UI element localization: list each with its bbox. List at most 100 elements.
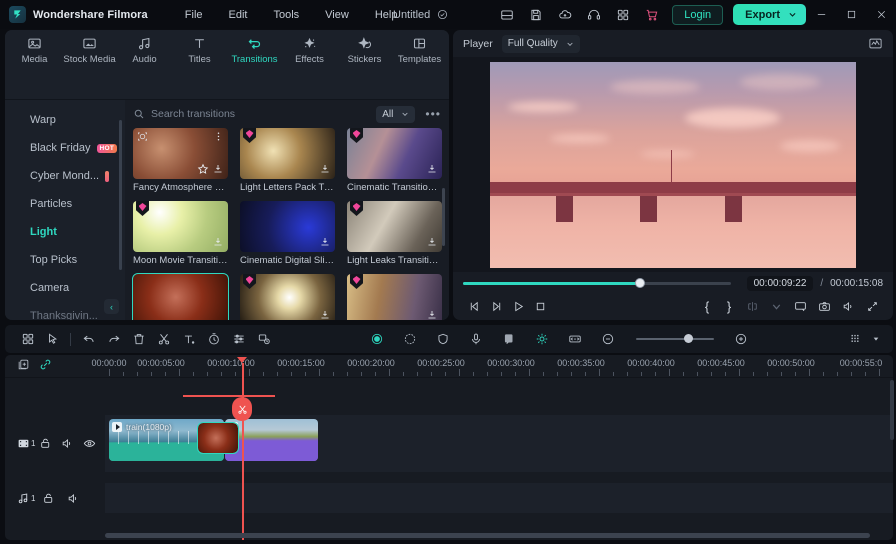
headset-support-icon[interactable]	[582, 3, 605, 26]
add-text-button[interactable]	[176, 328, 201, 350]
audio-track-icon[interactable]: 1	[17, 492, 42, 505]
mark-in-button[interactable]: {	[697, 299, 717, 314]
play-button[interactable]	[507, 295, 529, 317]
tab-transitions[interactable]: Transitions	[227, 30, 282, 70]
stop-button[interactable]	[529, 295, 551, 317]
transition-card[interactable]: Moon Movie Transitio...	[133, 201, 228, 269]
category-camera[interactable]: Camera	[5, 274, 125, 302]
grid-view-button[interactable]	[15, 328, 40, 350]
menu-file[interactable]: File	[172, 5, 216, 25]
prev-frame-button[interactable]	[463, 295, 485, 317]
download-icon[interactable]	[426, 309, 438, 320]
chevron-down-icon[interactable]	[869, 328, 883, 350]
transition-thumbnail[interactable]	[240, 274, 335, 320]
render-preview-button[interactable]	[563, 328, 588, 350]
save-icon[interactable]	[524, 3, 547, 26]
ai-smart-button[interactable]	[365, 328, 390, 350]
crop-keyframe-button[interactable]	[251, 328, 276, 350]
auto-reframe-button[interactable]	[530, 328, 555, 350]
timeline-clip[interactable]	[225, 419, 318, 461]
delete-button[interactable]	[126, 328, 151, 350]
window-close-button[interactable]	[866, 0, 896, 29]
mute-icon[interactable]	[61, 437, 83, 450]
undo-button[interactable]	[76, 328, 101, 350]
transition-card[interactable]: Light Leaks Transition ...	[347, 274, 442, 320]
shopping-cart-icon[interactable]	[640, 3, 663, 26]
mask-shield-button[interactable]	[431, 328, 456, 350]
mark-out-button[interactable]: }	[719, 299, 739, 314]
cloud-upload-icon[interactable]	[553, 3, 576, 26]
category-black-friday[interactable]: Black Friday HOT	[5, 134, 125, 162]
seek-handle[interactable]	[634, 278, 645, 288]
menu-view[interactable]: View	[312, 5, 362, 25]
transition-card[interactable]: Light Letters Pack Tran...	[240, 128, 335, 196]
lock-icon[interactable]	[39, 437, 61, 450]
snapshot-screen-button[interactable]	[789, 295, 811, 317]
transition-clip[interactable]	[197, 422, 239, 454]
scrollbar-thumb[interactable]	[105, 533, 870, 538]
playhead-line[interactable]	[242, 363, 244, 540]
tab-titles[interactable]: Titles	[172, 30, 227, 70]
transition-thumbnail[interactable]	[240, 128, 335, 179]
download-icon[interactable]	[212, 163, 224, 175]
transition-thumbnail[interactable]	[347, 274, 442, 320]
link-chain-icon[interactable]	[39, 358, 52, 374]
collapse-sidebar-button[interactable]: ‹	[104, 299, 119, 314]
quality-select[interactable]: Full Quality	[501, 34, 580, 53]
more-options-button[interactable]: •••	[425, 107, 441, 121]
video-track-icon[interactable]: 1	[17, 437, 39, 450]
category-scrollbar[interactable]	[119, 120, 122, 270]
tab-stock-media[interactable]: Stock Media	[62, 30, 117, 70]
download-icon[interactable]	[319, 236, 331, 248]
transition-thumbnail[interactable]	[347, 201, 442, 252]
playhead-marker[interactable]	[237, 357, 247, 363]
lock-icon[interactable]	[42, 492, 67, 505]
tab-stickers[interactable]: Stickers	[337, 30, 392, 70]
preview-video[interactable]	[490, 61, 856, 268]
tab-effects[interactable]: Effects	[282, 30, 337, 70]
category-cyber-monday[interactable]: Cyber Mond...	[5, 162, 125, 190]
audio-track-body[interactable]	[105, 483, 893, 513]
category-light[interactable]: Light	[5, 218, 125, 246]
fullscreen-button[interactable]	[861, 295, 883, 317]
more-icon[interactable]	[213, 131, 224, 142]
menu-tools[interactable]: Tools	[260, 5, 312, 25]
timeline-hscrollbar[interactable]	[105, 533, 885, 538]
download-icon[interactable]	[319, 309, 331, 320]
transition-thumbnail[interactable]	[133, 201, 228, 252]
category-warp[interactable]: Warp	[5, 106, 125, 134]
marker-note-button[interactable]	[497, 328, 522, 350]
transition-card[interactable]: Flashlight Effect and T...	[240, 274, 335, 320]
menu-edit[interactable]: Edit	[216, 5, 261, 25]
split-scissors-button[interactable]	[151, 328, 176, 350]
transition-card[interactable]: Fancy Atmosphere Pa...	[133, 128, 228, 196]
next-frame-button[interactable]	[485, 295, 507, 317]
pointer-select-button[interactable]	[40, 328, 65, 350]
zoom-slider[interactable]	[635, 334, 714, 343]
motion-tracking-button[interactable]	[398, 328, 423, 350]
login-button[interactable]: Login	[672, 4, 724, 25]
category-particles[interactable]: Particles	[5, 190, 125, 218]
transition-thumbnail[interactable]	[240, 201, 335, 252]
transition-card[interactable]: Cinematic Digital Slid...	[240, 201, 335, 269]
seek-bar[interactable]	[463, 278, 731, 288]
mute-icon[interactable]	[67, 492, 92, 505]
download-icon[interactable]	[426, 236, 438, 248]
transition-card[interactable]: Cinematic Transition 01	[347, 128, 442, 196]
volume-button[interactable]	[837, 295, 859, 317]
download-icon[interactable]	[212, 236, 224, 248]
transition-thumbnail[interactable]	[347, 128, 442, 179]
tab-audio[interactable]: Audio	[117, 30, 172, 70]
camera-snapshot-button[interactable]	[813, 295, 835, 317]
filter-select[interactable]: All	[376, 105, 416, 123]
apps-grid-icon[interactable]	[611, 3, 634, 26]
zoom-in-button[interactable]	[729, 328, 754, 350]
search-input[interactable]	[151, 108, 377, 120]
speed-timer-button[interactable]	[201, 328, 226, 350]
download-icon[interactable]	[319, 163, 331, 175]
zoom-out-button[interactable]	[596, 328, 621, 350]
playhead-scissors-handle[interactable]	[232, 397, 252, 421]
window-maximize-button[interactable]	[836, 0, 866, 29]
transition-thumbnail[interactable]	[132, 273, 229, 320]
export-button[interactable]: Export	[733, 4, 806, 25]
